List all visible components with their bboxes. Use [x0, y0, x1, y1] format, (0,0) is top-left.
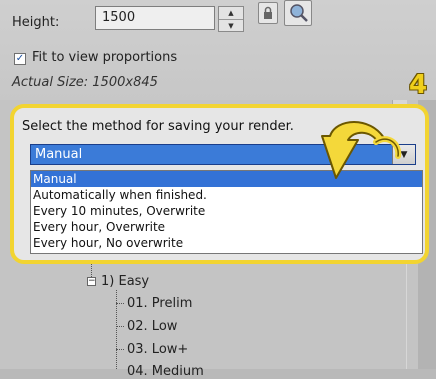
- tree-line: [116, 303, 124, 304]
- tree-item[interactable]: 04. Medium: [127, 364, 204, 379]
- lock-aspect-button[interactable]: [258, 2, 278, 24]
- tree-line: [116, 349, 124, 350]
- tree-line: [116, 326, 124, 327]
- fit-label: Fit to view proportions: [32, 50, 178, 65]
- height-field[interactable]: 1500: [95, 6, 215, 30]
- step-number: 4: [409, 70, 428, 100]
- tree-item[interactable]: 01. Prelim: [127, 296, 192, 311]
- height-label: Height:: [12, 15, 60, 30]
- lock-icon: [264, 6, 272, 19]
- tree-group-label[interactable]: 1) Easy: [101, 274, 149, 289]
- selected-value: Manual: [35, 147, 83, 162]
- spin-up-icon[interactable]: ▲: [219, 7, 243, 19]
- fit-checkbox[interactable]: ✓: [14, 53, 26, 65]
- callout-arrow-icon: [321, 121, 402, 179]
- option-10min-overwrite[interactable]: Every 10 minutes, Overwrite: [31, 203, 422, 219]
- zoom-icon: [290, 4, 308, 22]
- zoom-button[interactable]: [284, 0, 312, 26]
- actual-size-text: Actual Size: 1500x845: [12, 75, 158, 90]
- spin-down-icon[interactable]: ▼: [219, 19, 243, 32]
- height-spinner[interactable]: ▲ ▼: [218, 6, 244, 32]
- option-hour-overwrite[interactable]: Every hour, Overwrite: [31, 219, 422, 235]
- save-method-prompt: Select the method for saving your render…: [22, 119, 294, 134]
- tree-item[interactable]: 02. Low: [127, 319, 177, 334]
- tree-item[interactable]: 03. Low+: [127, 342, 188, 357]
- render-settings-panel: Height: 1500 ▲ ▼ ✓ Fit to view proportio…: [0, 0, 436, 379]
- tree-line: [116, 290, 117, 369]
- option-hour-no-overwrite[interactable]: Every hour, No overwrite: [31, 235, 422, 251]
- collapse-toggle[interactable]: −: [87, 277, 96, 286]
